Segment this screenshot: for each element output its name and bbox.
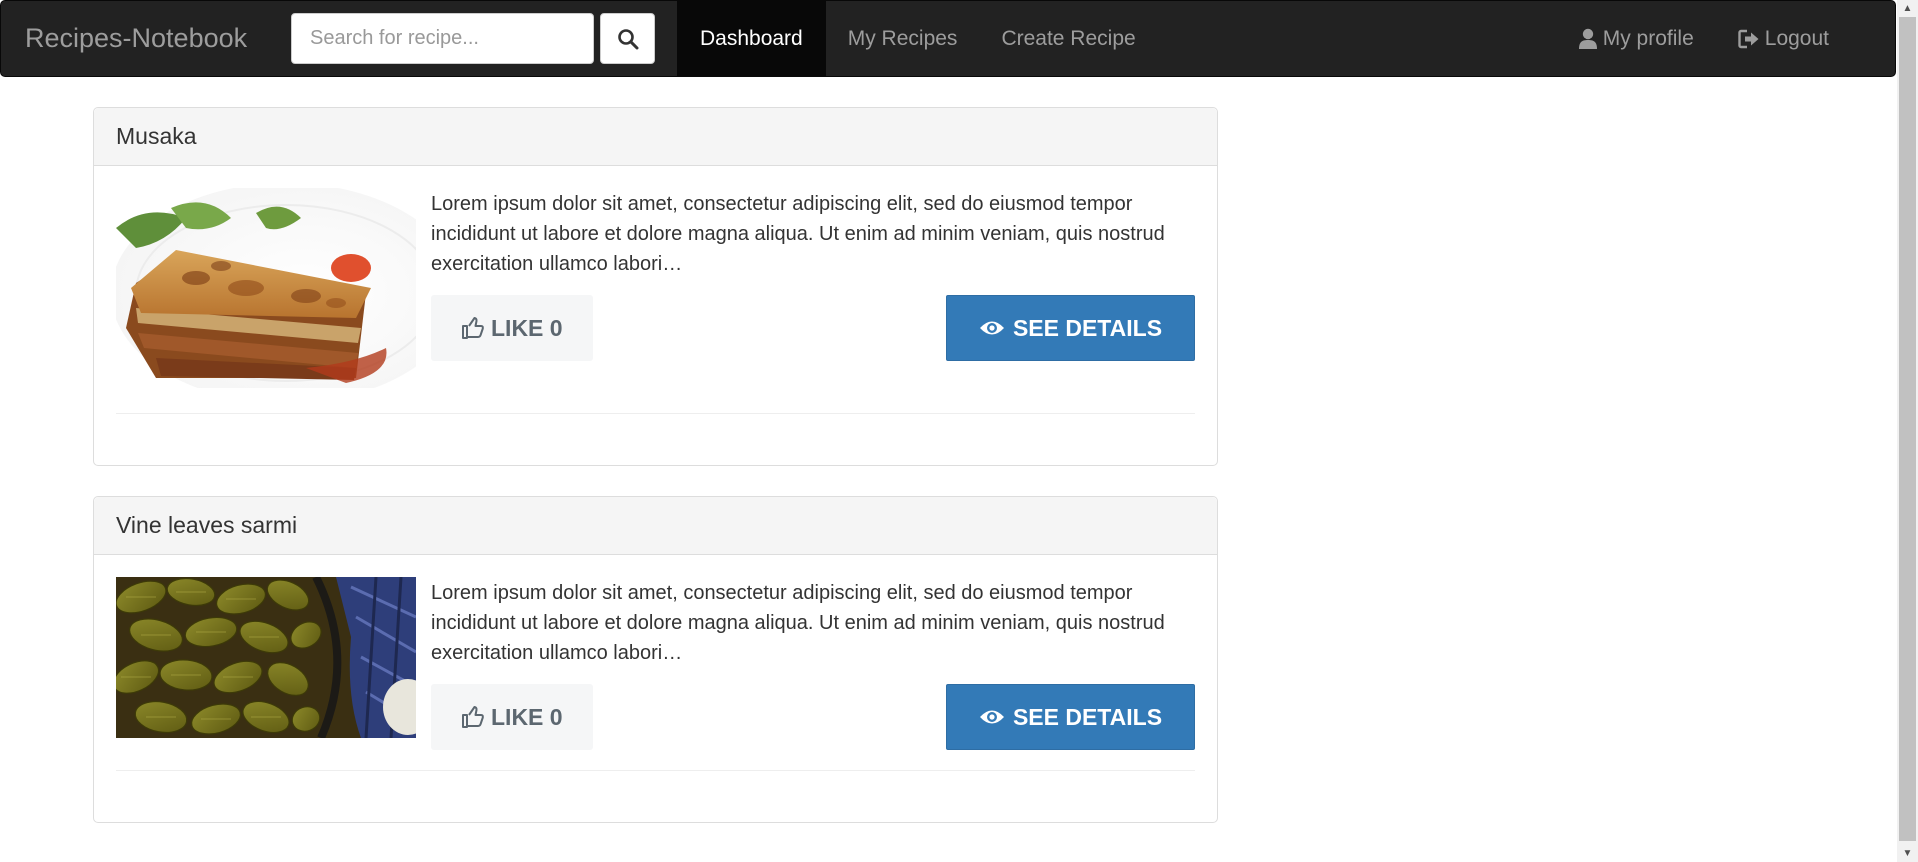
divider xyxy=(116,413,1195,465)
musaka-photo xyxy=(116,188,416,393)
search-button[interactable] xyxy=(600,13,655,64)
recipe-list: Musaka Lorem ipsum dolor sit amet, conse… xyxy=(93,107,1218,853)
vine-leaves-sarmi-photo xyxy=(116,577,416,740)
recipe-description: Lorem ipsum dolor sit amet, consectetur … xyxy=(431,193,1165,275)
see-details-label: SEE DETAILS xyxy=(1012,314,1163,341)
see-details-label: SEE DETAILS xyxy=(1012,703,1163,730)
recipe-title: Musaka xyxy=(94,108,1217,166)
my-profile-label: My profile xyxy=(1602,26,1694,50)
brand-logo[interactable]: Recipes-Notebook xyxy=(1,23,291,54)
main-nav: Dashboard My Recipes Create Recipe xyxy=(677,1,1158,76)
nav-create-recipe[interactable]: Create Recipe xyxy=(979,1,1157,76)
nav-my-profile[interactable]: My profile xyxy=(1556,1,1716,76)
eye-icon xyxy=(979,710,1004,724)
nav-logout[interactable]: Logout xyxy=(1716,1,1851,76)
like-button[interactable]: LIKE 0 xyxy=(431,295,593,361)
user-nav: My profile Logout xyxy=(1556,1,1895,76)
search-input[interactable] xyxy=(291,13,594,64)
logout-label: Logout xyxy=(1764,26,1829,50)
recipe-image xyxy=(116,188,416,393)
like-button[interactable]: LIKE 0 xyxy=(431,684,593,750)
logout-icon xyxy=(1738,29,1759,48)
recipe-description: Lorem ipsum dolor sit amet, consectetur … xyxy=(431,582,1165,664)
like-label: LIKE 0 xyxy=(491,314,563,341)
scroll-down-arrow-icon[interactable]: ▼ xyxy=(1897,845,1918,862)
eye-icon xyxy=(979,321,1004,335)
see-details-button[interactable]: SEE DETAILS xyxy=(946,684,1195,750)
recipe-card: Musaka Lorem ipsum dolor sit amet, conse… xyxy=(93,107,1218,466)
top-navbar: Recipes-Notebook Dashboard My Recipes Cr… xyxy=(0,0,1896,77)
divider xyxy=(116,770,1195,822)
scrollbar-thumb[interactable] xyxy=(1899,17,1916,841)
search-icon xyxy=(617,28,638,49)
like-label: LIKE 0 xyxy=(491,703,563,730)
recipe-image xyxy=(116,577,416,750)
recipe-card: Vine leaves sarmi Lorem ipsum dolor sit … xyxy=(93,496,1218,823)
recipe-title: Vine leaves sarmi xyxy=(94,497,1217,555)
nav-my-recipes[interactable]: My Recipes xyxy=(826,1,980,76)
thumbs-up-icon xyxy=(462,706,484,728)
see-details-button[interactable]: SEE DETAILS xyxy=(946,295,1195,361)
scroll-up-arrow-icon[interactable]: ▲ xyxy=(1897,0,1918,17)
nav-dashboard[interactable]: Dashboard xyxy=(677,1,826,76)
vertical-scrollbar[interactable]: ▲ ▼ xyxy=(1897,0,1918,862)
thumbs-up-icon xyxy=(462,317,484,339)
user-icon xyxy=(1578,28,1597,49)
search-form xyxy=(291,13,655,64)
